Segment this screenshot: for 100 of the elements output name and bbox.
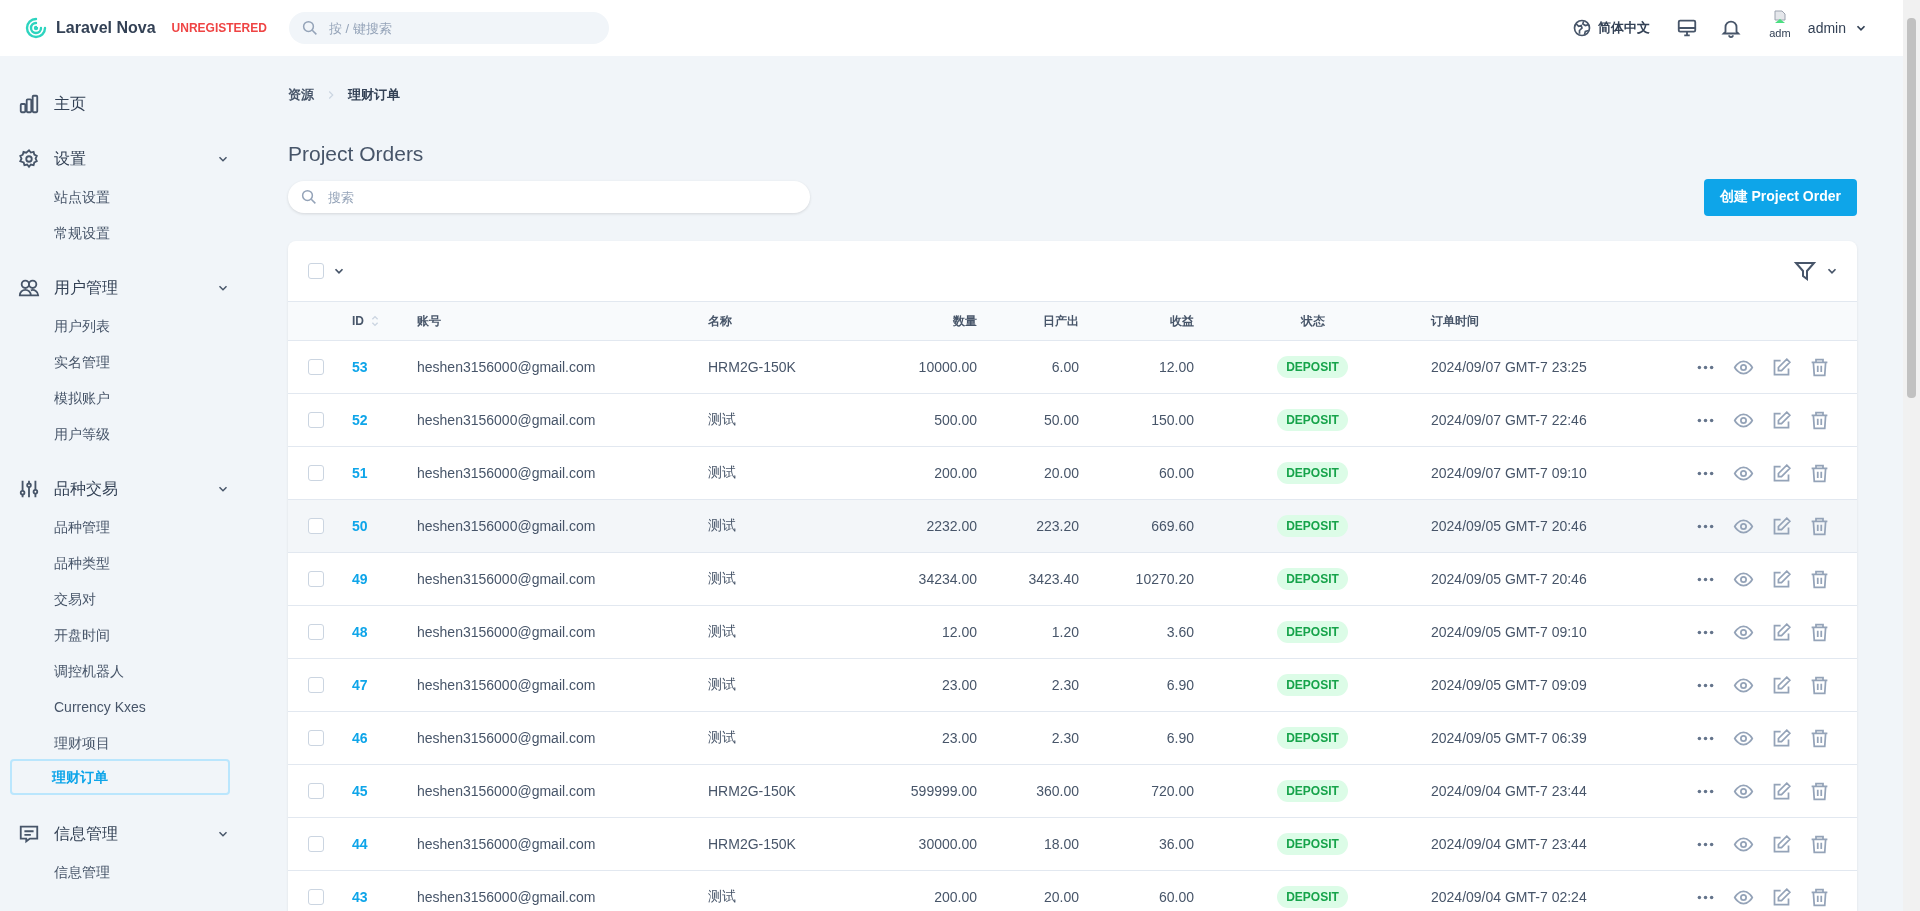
sidebar-item[interactable]: 开盘时间 (10, 615, 230, 651)
sidebar-item[interactable]: 站点设置 (10, 177, 230, 213)
edit-icon[interactable] (1771, 356, 1792, 378)
monitor-icon[interactable] (1675, 17, 1698, 39)
row-checkbox[interactable] (308, 359, 324, 375)
delete-icon[interactable] (1809, 833, 1830, 855)
table-cell: 20.00 (1043, 465, 1079, 481)
table-cell: 360.00 (1036, 783, 1079, 799)
filter-icon[interactable] (1793, 259, 1817, 283)
table-cell: 23.00 (941, 677, 977, 693)
row-checkbox[interactable] (308, 518, 324, 534)
column-header: 状态 (1300, 313, 1325, 328)
breadcrumb-link[interactable]: 理财订单 (348, 86, 400, 104)
table-cell: 2024/09/05 GMT-7 09:09 (1431, 677, 1587, 693)
sidebar-item[interactable]: 调控机器人 (10, 651, 230, 687)
status-badge: DEPOSIT (1277, 462, 1348, 484)
delete-icon[interactable] (1809, 780, 1830, 802)
row-checkbox[interactable] (308, 624, 324, 640)
sidebar-item[interactable]: 模拟账户 (10, 378, 230, 414)
scrollbar[interactable] (1903, 0, 1920, 911)
globe-icon (1571, 18, 1592, 38)
table-cell: 2024/09/05 GMT-7 20:46 (1431, 518, 1587, 534)
sidebar-group[interactable]: 用户管理 (0, 272, 230, 304)
sidebar-item[interactable]: 主页 (0, 88, 230, 120)
table-cell: 2024/09/04 GMT-7 23:44 (1431, 836, 1587, 852)
language-button[interactable]: 简体中文 (1571, 18, 1650, 38)
edit-icon[interactable] (1771, 674, 1792, 696)
row-checkbox[interactable] (308, 677, 324, 693)
status-badge: DEPOSIT (1277, 886, 1348, 908)
row-checkbox[interactable] (308, 836, 324, 852)
search-field[interactable]: 搜索 (288, 181, 810, 213)
avatar-alt-text: adm (1769, 26, 1791, 40)
user-menu-button[interactable]: admin (1807, 20, 1868, 36)
column-header[interactable]: ID (352, 314, 364, 328)
table-cell: 2024/09/07 GMT-7 23:25 (1431, 359, 1587, 375)
sidebar-group[interactable]: 品种交易 (0, 473, 230, 505)
row-checkbox[interactable] (308, 889, 324, 905)
sidebar-group[interactable]: 设置 (0, 143, 230, 175)
sliders-icon (18, 478, 40, 500)
table-cell: 200.00 (934, 889, 977, 905)
sidebar-item[interactable]: 交易对 (10, 579, 230, 615)
column-header: 账号 (417, 313, 441, 328)
edit-icon[interactable] (1771, 780, 1792, 802)
table-cell: heshen3156000@gmail.com (417, 836, 596, 852)
table-cell: 10000.00 (918, 359, 977, 375)
delete-icon[interactable] (1809, 462, 1830, 484)
table-cell: 60.00 (1158, 465, 1194, 481)
delete-icon[interactable] (1809, 568, 1830, 590)
table-cell: 50.00 (1043, 412, 1079, 428)
table-cell: heshen3156000@gmail.com (417, 465, 596, 481)
edit-icon[interactable] (1771, 568, 1792, 590)
delete-icon[interactable] (1809, 621, 1830, 643)
table-cell: 20.00 (1043, 889, 1079, 905)
sidebar-item[interactable]: 品种类型 (10, 543, 230, 579)
global-search-field[interactable]: 按 / 键搜索 (288, 12, 609, 44)
status-badge: DEPOSIT (1277, 674, 1348, 696)
edit-icon[interactable] (1771, 833, 1792, 855)
app-logo[interactable]: Laravel Nova (56, 19, 156, 37)
edit-icon[interactable] (1771, 462, 1792, 484)
status-badge: DEPOSIT (1277, 621, 1348, 643)
column-header: 收益 (1170, 313, 1194, 328)
delete-icon[interactable] (1809, 356, 1830, 378)
edit-icon[interactable] (1771, 727, 1792, 749)
sort-icon[interactable] (370, 314, 380, 328)
sidebar-item[interactable]: Currency Kxes (10, 687, 230, 723)
row-checkbox[interactable] (308, 571, 324, 587)
page-title: Project Orders (288, 142, 425, 166)
breadcrumb-link[interactable]: 资源 (288, 86, 314, 104)
sidebar-item[interactable]: 品种管理 (10, 507, 230, 543)
status-badge: DEPOSIT (1277, 409, 1348, 431)
edit-icon[interactable] (1771, 515, 1792, 537)
sidebar-item[interactable]: 理财项目 (10, 723, 230, 759)
sidebar-group[interactable]: 信息管理 (0, 818, 230, 850)
table-cell: heshen3156000@gmail.com (417, 412, 596, 428)
delete-icon[interactable] (1809, 515, 1830, 537)
column-header: 订单时间 (1431, 313, 1479, 328)
select-all-checkbox[interactable] (308, 263, 324, 279)
table-cell: 3423.40 (1028, 571, 1079, 587)
row-checkbox[interactable] (308, 412, 324, 428)
delete-icon[interactable] (1809, 674, 1830, 696)
sidebar-item[interactable]: 实名管理 (10, 342, 230, 378)
table-cell: 12.00 (941, 624, 977, 640)
sidebar-item[interactable]: 常规设置 (10, 213, 230, 249)
delete-icon[interactable] (1809, 727, 1830, 749)
table-cell: 23.00 (941, 730, 977, 746)
edit-icon[interactable] (1771, 886, 1792, 908)
table-cell: 60.00 (1158, 889, 1194, 905)
delete-icon[interactable] (1809, 409, 1830, 431)
edit-icon[interactable] (1771, 621, 1792, 643)
table-cell: heshen3156000@gmail.com (417, 359, 596, 375)
row-checkbox[interactable] (308, 783, 324, 799)
delete-icon[interactable] (1809, 886, 1830, 908)
logo-icon (24, 16, 48, 40)
message-icon (18, 823, 40, 845)
sidebar-item[interactable]: 用户列表 (10, 306, 230, 342)
sidebar-item[interactable]: 用户等级 (10, 414, 230, 450)
row-checkbox[interactable] (308, 465, 324, 481)
edit-icon[interactable] (1771, 409, 1792, 431)
row-checkbox[interactable] (308, 730, 324, 746)
sidebar-item[interactable]: 信息管理 (10, 852, 230, 888)
